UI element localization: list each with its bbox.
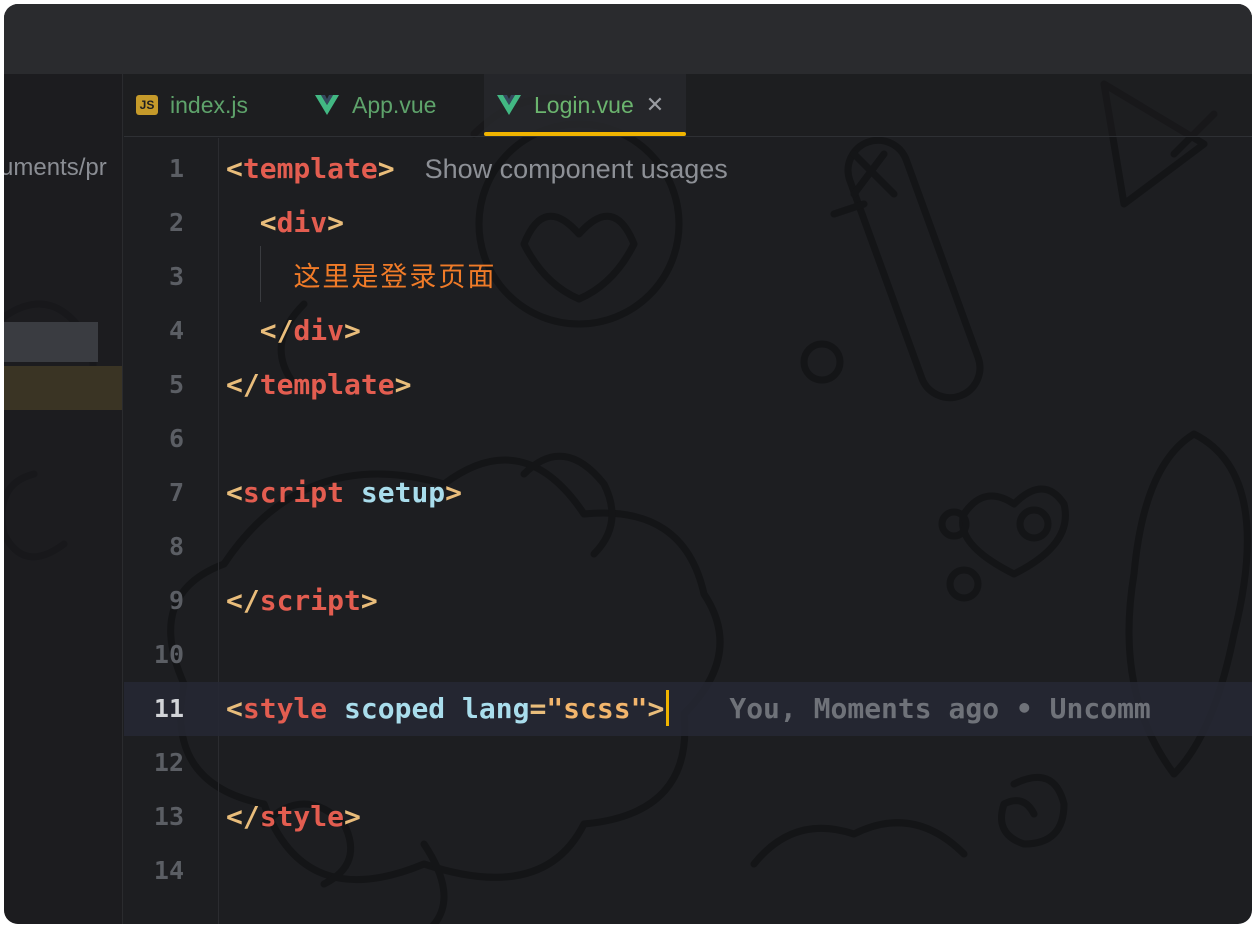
code-text: <div> — [259, 206, 345, 239]
tab-index-js[interactable]: JS index.js — [136, 74, 296, 136]
tag-name: script — [242, 476, 345, 509]
tag-name: style — [259, 800, 345, 833]
line-number: 11 — [153, 694, 184, 723]
js-file-icon: JS — [136, 95, 158, 115]
code-text: </div> — [259, 314, 361, 347]
attr-name: lang — [462, 692, 530, 725]
tab-app-vue[interactable]: App.vue — [314, 74, 474, 136]
line-number: 13 — [153, 802, 184, 831]
title-bar — [4, 4, 1252, 74]
line-number: 1 — [168, 154, 184, 183]
code-line[interactable]: 14 — [124, 844, 1252, 898]
line-number: 4 — [168, 316, 184, 345]
line-number: 7 — [168, 478, 184, 507]
tab-label: index.js — [170, 91, 248, 118]
code-text: </script> — [226, 584, 378, 617]
code-text: 这里是登录页面 — [226, 250, 496, 304]
code-line[interactable]: 9 </script> — [124, 574, 1252, 628]
git-blame-annotation[interactable]: You, Moments ago • Uncomm — [729, 692, 1150, 725]
sidebar-selected-row[interactable] — [4, 322, 98, 362]
attr-name: scoped — [344, 692, 446, 725]
code-line[interactable]: 1 <template> Show component usages — [124, 142, 1252, 196]
code-line[interactable]: 2 <div> — [124, 196, 1252, 250]
tab-label: App.vue — [352, 91, 437, 118]
tag-name: template — [259, 368, 395, 401]
active-tab-indicator — [484, 132, 686, 136]
project-sidebar: uments/pr — [4, 74, 123, 924]
code-text: </style> — [226, 800, 361, 833]
code-line[interactable]: 6 — [124, 412, 1252, 466]
tag-name: div — [276, 206, 328, 239]
sidebar-active-row[interactable] — [4, 366, 122, 410]
line-number: 10 — [153, 640, 184, 669]
vue-file-icon — [497, 95, 521, 115]
editor-tabs: JS index.js App.vue Login.vue ✕ — [124, 74, 1252, 137]
tag-name: style — [242, 692, 328, 725]
line-number: 6 — [168, 424, 184, 453]
code-editor[interactable]: 1 <template> Show component usages 2 <div… — [124, 138, 1252, 924]
code-line[interactable]: 7 <script setup> — [124, 466, 1252, 520]
vue-file-icon — [315, 95, 339, 115]
code-line[interactable]: 8 — [124, 520, 1252, 574]
tag-name: script — [259, 584, 361, 617]
ide-window: uments/pr JS index.js App.vue Login.vue … — [4, 4, 1252, 924]
inlay-hint-usages[interactable]: Show component usages — [425, 154, 728, 184]
code-line[interactable]: 12 — [124, 736, 1252, 790]
code-line[interactable]: 3 这里是登录页面 — [124, 250, 1252, 304]
line-number: 8 — [168, 532, 184, 561]
text-content: 这里是登录页面 — [293, 262, 497, 293]
code-line-current[interactable]: 11 <style scoped lang="scss"> You, Moment… — [124, 682, 1252, 736]
code-line[interactable]: 13 </style> — [124, 790, 1252, 844]
sidebar-path-label[interactable]: uments/pr — [4, 154, 107, 182]
line-number: 9 — [168, 586, 184, 615]
attr-name: setup — [360, 476, 446, 509]
line-number: 3 — [168, 262, 184, 291]
tag-name: div — [293, 314, 345, 347]
code-line[interactable]: 10 — [124, 628, 1252, 682]
code-text: </template> — [226, 368, 412, 401]
code-text: <script setup> — [226, 476, 463, 509]
close-icon[interactable]: ✕ — [646, 92, 664, 118]
code-text: <template> Show component usages — [226, 152, 728, 185]
line-number: 14 — [153, 856, 184, 885]
code-line[interactable]: 4 </div> — [124, 304, 1252, 358]
line-number: 5 — [168, 370, 184, 399]
line-number: 12 — [153, 748, 184, 777]
code-text: <style scoped lang="scss"> You, Moments a… — [226, 690, 1151, 726]
text-caret — [666, 690, 670, 726]
code-line[interactable]: 5 </template> — [124, 358, 1252, 412]
tab-login-vue[interactable]: Login.vue ✕ — [484, 74, 686, 136]
attr-value: "scss" — [546, 692, 648, 725]
tag-name: template — [242, 152, 378, 185]
tab-label: Login.vue — [534, 91, 634, 118]
line-number: 2 — [168, 208, 184, 237]
